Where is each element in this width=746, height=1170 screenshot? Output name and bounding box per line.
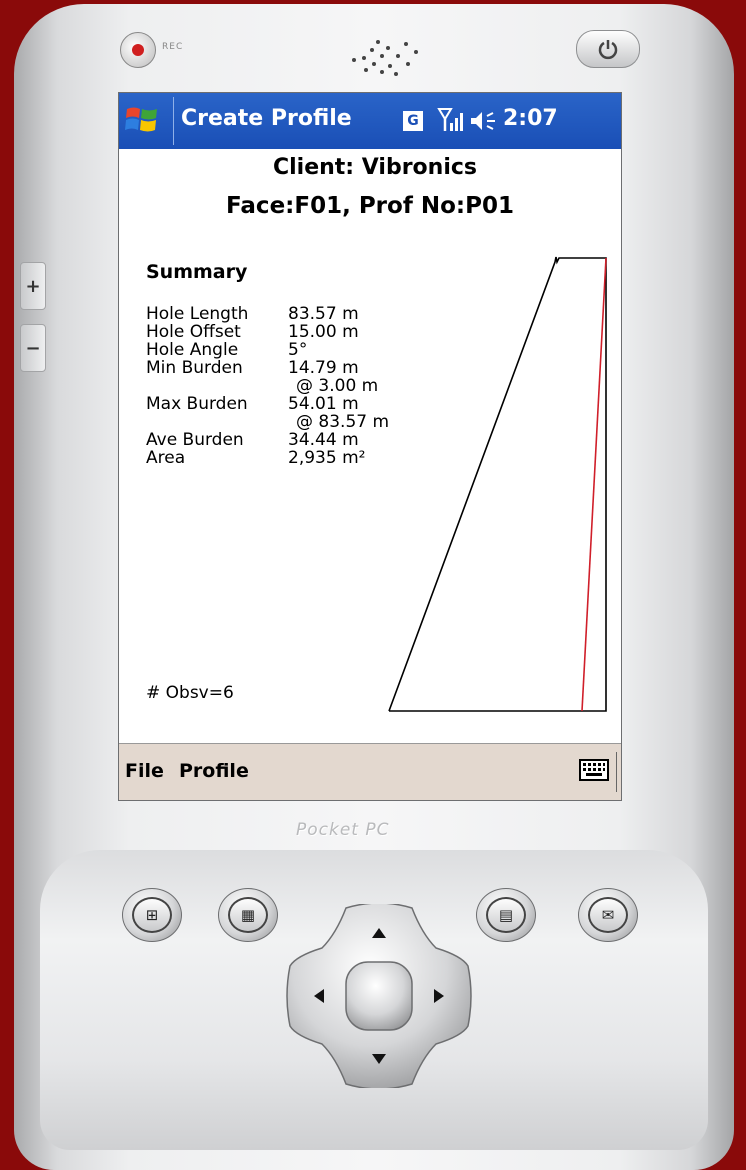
summary-value: 5° — [288, 340, 308, 360]
summary-value: 14.79 m — [288, 358, 359, 378]
power-button[interactable] — [576, 30, 640, 68]
menu-bar: File Profile ▲ — [119, 743, 621, 800]
contacts-icon: ▤ — [486, 897, 526, 933]
summary-value: 15.00 m — [288, 322, 359, 342]
summary-label: Hole Offset — [146, 322, 241, 342]
menu-file[interactable]: File — [125, 760, 164, 782]
connection-badge[interactable]: G — [403, 111, 423, 131]
summary-row: @ 83.57 m — [146, 413, 389, 431]
summary-value: 54.01 m — [288, 394, 359, 414]
windows-start-icon[interactable] — [125, 105, 159, 135]
summary-row: Max Burden 54.01 m — [146, 395, 389, 413]
record-label: REC — [162, 42, 184, 52]
envelope-icon: ✉ — [588, 897, 628, 933]
summary-label: Area — [146, 448, 186, 468]
power-icon — [598, 40, 618, 60]
summary-row: Min Burden 14.79 m — [146, 359, 389, 377]
summary-value: 83.57 m — [288, 304, 359, 324]
observation-count: # Obsv=6 — [146, 683, 234, 703]
calendar-hardware-button[interactable]: ▦ — [218, 888, 278, 942]
summary-row: @ 3.00 m — [146, 377, 389, 395]
record-button[interactable] — [120, 32, 156, 68]
summary-label — [146, 413, 288, 431]
summary-row: Ave Burden 34.44 m — [146, 431, 389, 449]
face-profile-line — [388, 256, 607, 712]
face-profile-id: Face:F01, Prof No:P01 — [226, 193, 514, 219]
start-hardware-button[interactable]: ⊞ — [122, 888, 182, 942]
summary-value: 34.44 m — [288, 430, 359, 450]
action-button[interactable] — [345, 961, 413, 1031]
menu-profile[interactable]: Profile — [179, 760, 249, 782]
summary-row: Hole Offset 15.00 m — [146, 323, 389, 341]
summary-label: Hole Length — [146, 304, 249, 324]
summary-label: Min Burden — [146, 358, 243, 378]
calendar-icon: ▦ — [228, 897, 268, 933]
summary-row: Hole Angle 5° — [146, 341, 389, 359]
volume-icon[interactable] — [469, 109, 499, 133]
summary-label: Max Burden — [146, 394, 248, 414]
volume-down-button[interactable]: − — [20, 324, 46, 372]
clock[interactable]: 2:07 — [503, 106, 558, 131]
app-title: Create Profile — [181, 106, 352, 131]
pocket-pc-logo: Pocket PC — [296, 820, 390, 840]
profile-diagram — [388, 256, 607, 712]
summary-value: @ 83.57 m — [296, 412, 390, 432]
client-name: Client: Vibronics — [272, 155, 477, 180]
keyboard-icon[interactable] — [579, 759, 609, 781]
title-bar: Create Profile G 2:07 — [119, 93, 621, 149]
directional-pad[interactable] — [286, 904, 472, 1088]
messaging-hardware-button[interactable]: ✉ — [578, 888, 638, 942]
sip-separator — [616, 752, 617, 792]
summary-row: Area 2,935 m² — [146, 449, 389, 467]
summary-label: Ave Burden — [146, 430, 244, 450]
speaker-grille — [352, 40, 418, 76]
volume-up-button[interactable]: + — [20, 262, 46, 310]
signal-strength-icon[interactable] — [437, 107, 467, 133]
device-screen: Create Profile G 2:07 Client: Vibronics … — [118, 92, 622, 801]
contacts-hardware-button[interactable]: ▤ — [476, 888, 536, 942]
summary-title: Summary — [146, 261, 248, 283]
summary-row: Hole Length 83.57 m — [146, 305, 389, 323]
summary-value: 2,935 m² — [288, 448, 366, 468]
summary-value: @ 3.00 m — [296, 376, 379, 396]
summary-label: Hole Angle — [146, 340, 239, 360]
summary-label — [146, 377, 288, 395]
windows-icon: ⊞ — [132, 897, 172, 933]
title-separator — [173, 97, 174, 145]
summary-table: Hole Length 83.57 m Hole Offset 15.00 m Ho… — [146, 305, 389, 467]
hole-line — [581, 257, 607, 712]
record-icon — [132, 44, 144, 56]
